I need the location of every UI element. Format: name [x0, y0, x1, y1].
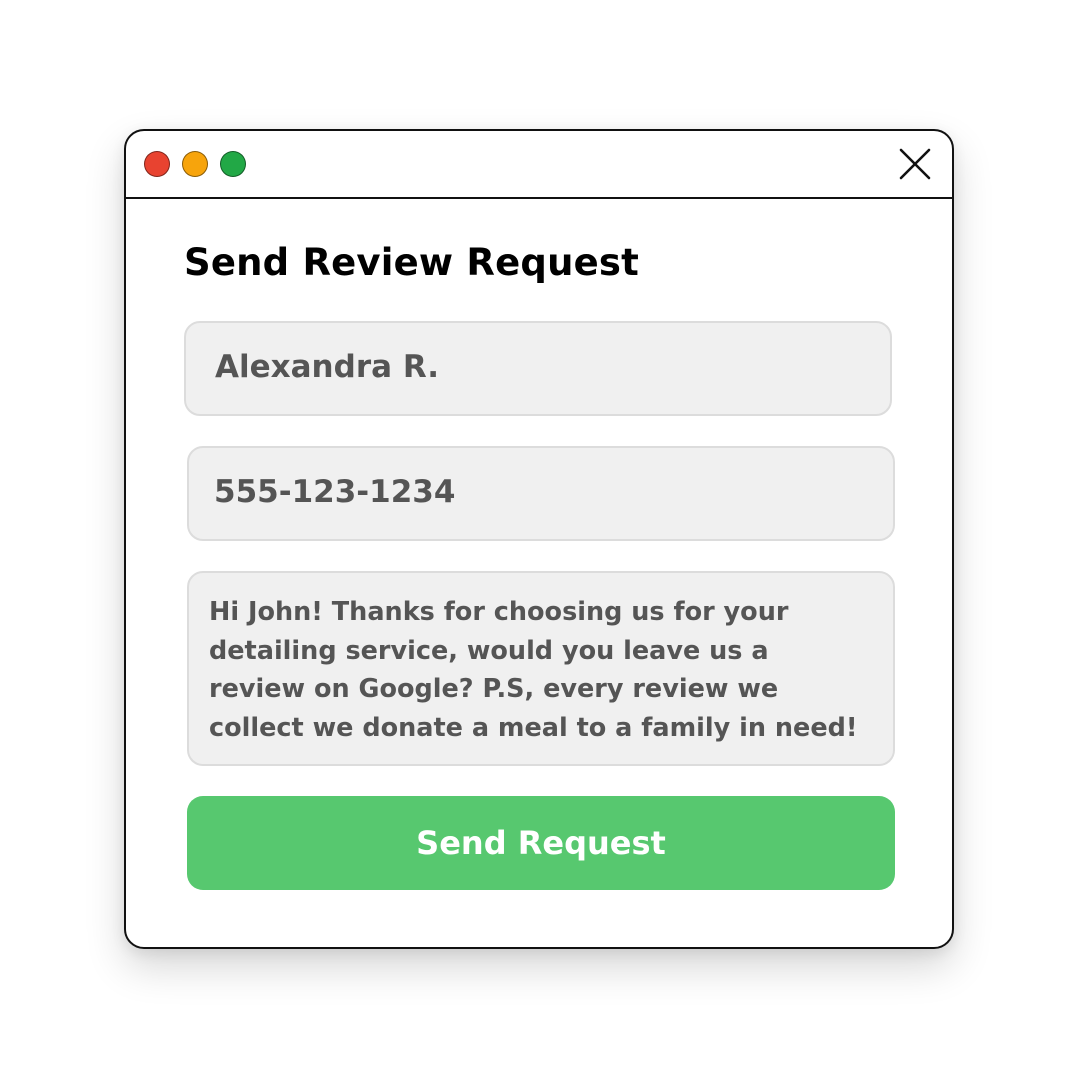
canvas: Send Review Request Alexandra R. 555-123… [0, 0, 1080, 1080]
phone-number-value: 555-123-1234 [214, 474, 456, 510]
message-line: review on Google? P.S, every review we [209, 674, 779, 705]
form-title: Send Review Request [184, 241, 640, 284]
window-maximize-dot[interactable] [220, 151, 246, 177]
message-line: collect we donate a meal to a family in … [209, 712, 858, 743]
message-line: Hi John! Thanks for choosing us for your [209, 597, 789, 627]
message-textarea[interactable]: Hi John! Thanks for choosing us for your… [187, 571, 895, 766]
window-titlebar [126, 131, 952, 199]
window-close-dot[interactable] [144, 151, 170, 177]
review-request-window: Send Review Request Alexandra R. 555-123… [124, 129, 954, 949]
close-button[interactable] [898, 147, 932, 181]
customer-name-value: Alexandra R. [215, 349, 440, 385]
customer-name-input[interactable]: Alexandra R. [184, 321, 892, 416]
message-line: detailing service, would you leave us a [209, 635, 769, 666]
window-minimize-dot[interactable] [182, 151, 208, 177]
send-request-button[interactable]: Send Request [187, 796, 895, 890]
x-icon [899, 148, 931, 180]
phone-number-input[interactable]: 555-123-1234 [187, 446, 895, 541]
